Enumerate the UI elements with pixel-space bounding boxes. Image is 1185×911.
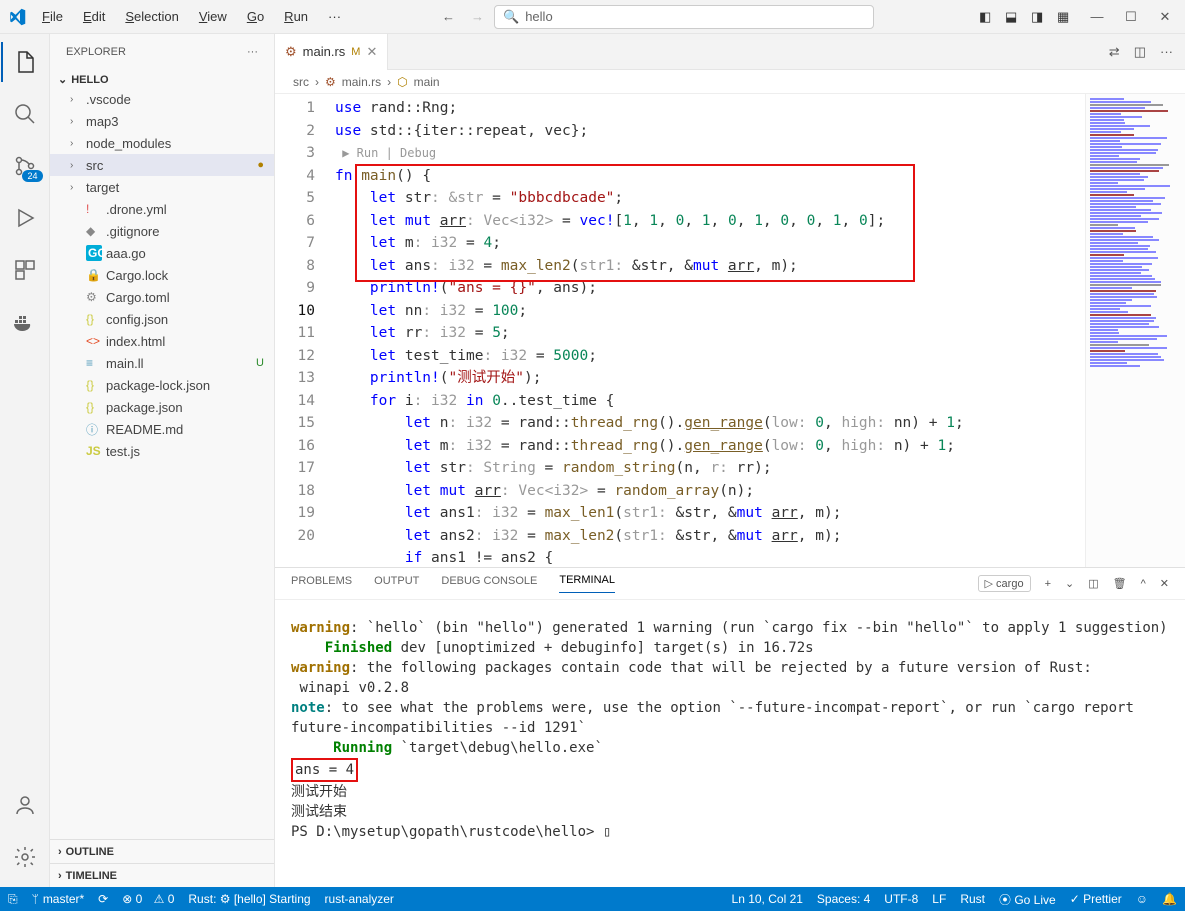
- status-remote-icon[interactable]: ⎘: [8, 892, 18, 907]
- vscode-logo-icon: [0, 8, 34, 26]
- file-Cargo.toml[interactable]: ⚙Cargo.toml: [50, 286, 274, 308]
- outline-section-header[interactable]: ›OUTLINE: [50, 839, 274, 863]
- compare-changes-icon[interactable]: ⇄: [1109, 44, 1120, 60]
- activity-search-icon[interactable]: [1, 94, 49, 134]
- panel-tabs: PROBLEMS OUTPUT DEBUG CONSOLE TERMINAL ▷ car…: [275, 568, 1185, 600]
- panel-tab-debug-console[interactable]: DEBUG CONSOLE: [441, 575, 537, 593]
- explorer-title: EXPLORER: [66, 46, 126, 58]
- terminal-task-label[interactable]: ▷ cargo: [978, 575, 1031, 592]
- minimap[interactable]: [1085, 94, 1185, 567]
- timeline-section-header[interactable]: ›TIMELINE: [50, 863, 274, 887]
- activity-scm-icon[interactable]: 24: [1, 146, 49, 186]
- panel-tab-problems[interactable]: PROBLEMS: [291, 575, 352, 593]
- panel-tab-output[interactable]: OUTPUT: [374, 575, 419, 593]
- menu-edit[interactable]: Edit: [75, 5, 113, 28]
- file-aaa.go[interactable]: GOaaa.go: [50, 242, 274, 264]
- terminal-kill-icon[interactable]: 🗑: [1113, 577, 1127, 590]
- status-prettier[interactable]: ✓ Prettier: [1070, 892, 1122, 906]
- layout-panel-icon[interactable]: ⬓: [1005, 9, 1029, 25]
- file-package.json[interactable]: {}package.json: [50, 396, 274, 418]
- menu-bar: FileEditSelectionViewGoRun···: [34, 5, 349, 28]
- activity-explorer-icon[interactable]: [1, 42, 49, 82]
- tab-close-icon[interactable]: ✕: [366, 44, 377, 60]
- title-bar: FileEditSelectionViewGoRun··· ← → 🔍 hell…: [0, 0, 1185, 34]
- project-section-header[interactable]: ⌄HELLO: [50, 71, 274, 88]
- terminal-close-icon[interactable]: ✕: [1160, 577, 1169, 590]
- status-cursor-pos[interactable]: Ln 10, Col 21: [732, 892, 803, 906]
- activity-settings-icon[interactable]: [1, 837, 49, 877]
- window-maximize-icon[interactable]: ☐: [1115, 2, 1147, 32]
- terminal-maximize-icon[interactable]: ^: [1141, 578, 1146, 590]
- activity-bar: 24: [0, 34, 50, 887]
- file-Cargo.lock[interactable]: 🔒Cargo.lock: [50, 264, 274, 286]
- status-bar: ⎘ ᛘ master* ⟳ ⊗ 0 ⚠ 0 Rust: ⚙ [hello] St…: [0, 887, 1185, 911]
- layout-sidebar-left-icon[interactable]: ◧: [979, 9, 1003, 25]
- terminal-output[interactable]: warning: `hello` (bin "hello") generated…: [275, 600, 1185, 887]
- editor-more-icon[interactable]: ···: [1160, 44, 1173, 60]
- terminal-dropdown-icon[interactable]: ⌄: [1065, 577, 1074, 590]
- menu-file[interactable]: File: [34, 5, 71, 28]
- file-.drone.yml[interactable]: !.drone.yml: [50, 198, 274, 220]
- editor-area: ⚙ main.rs M ✕ ⇄ ◫ ··· src › ⚙main.rs › ⬡…: [275, 34, 1185, 887]
- tab-main-rs[interactable]: ⚙ main.rs M ✕: [275, 34, 388, 70]
- terminal-split-icon[interactable]: ◫: [1088, 577, 1098, 590]
- menu-go[interactable]: Go: [239, 5, 272, 28]
- file-package-lock.json[interactable]: {}package-lock.json: [50, 374, 274, 396]
- file-.gitignore[interactable]: ◆.gitignore: [50, 220, 274, 242]
- status-sync-icon[interactable]: ⟳: [98, 892, 108, 906]
- bottom-panel: PROBLEMS OUTPUT DEBUG CONSOLE TERMINAL ▷ car…: [275, 567, 1185, 887]
- file-main.ll[interactable]: ≡main.llU: [50, 352, 274, 374]
- folder-target[interactable]: ›target: [50, 176, 274, 198]
- status-branch[interactable]: ᛘ master*: [32, 892, 85, 906]
- status-feedback-icon[interactable]: ☺: [1136, 892, 1148, 906]
- file-test.js[interactable]: JStest.js: [50, 440, 274, 462]
- tab-filename: main.rs: [303, 44, 346, 59]
- folder-src[interactable]: ›src●: [50, 154, 274, 176]
- nav-forward-icon[interactable]: →: [471, 9, 484, 24]
- activity-extensions-icon[interactable]: [1, 250, 49, 290]
- file-config.json[interactable]: {}config.json: [50, 308, 274, 330]
- status-analyzer[interactable]: rust-analyzer: [325, 892, 394, 906]
- folder-node_modules[interactable]: ›node_modules: [50, 132, 274, 154]
- status-bell-icon[interactable]: 🔔: [1162, 892, 1177, 906]
- terminal-new-icon[interactable]: +: [1045, 578, 1051, 590]
- file-README.md[interactable]: ⓘREADME.md: [50, 418, 274, 440]
- window-close-icon[interactable]: ✕: [1149, 2, 1181, 32]
- window-minimize-icon[interactable]: —: [1081, 2, 1113, 32]
- split-editor-icon[interactable]: ◫: [1134, 44, 1146, 60]
- status-language[interactable]: Rust: [960, 892, 985, 906]
- status-encoding[interactable]: UTF-8: [884, 892, 918, 906]
- file-index.html[interactable]: <>index.html: [50, 330, 274, 352]
- explorer-sidebar: EXPLORER ··· ⌄HELLO ›.vscode›map3›node_m…: [50, 34, 275, 887]
- status-eol[interactable]: LF: [932, 892, 946, 906]
- layout-customize-icon[interactable]: ▦: [1057, 9, 1081, 25]
- tab-modified-badge: M: [351, 46, 360, 58]
- folder-.vscode[interactable]: ›.vscode: [50, 88, 274, 110]
- menu-selection[interactable]: Selection: [117, 5, 186, 28]
- folder-map3[interactable]: ›map3: [50, 110, 274, 132]
- rust-file-icon: ⚙: [285, 44, 297, 60]
- activity-docker-icon[interactable]: [1, 302, 49, 342]
- status-rust[interactable]: Rust: ⚙ [hello] Starting: [188, 892, 310, 906]
- nav-back-icon[interactable]: ←: [442, 9, 455, 24]
- scm-badge: 24: [22, 170, 42, 182]
- panel-tab-terminal[interactable]: TERMINAL: [559, 574, 615, 593]
- code-editor[interactable]: 1234567891011121314151617181920 use rand…: [275, 94, 1185, 567]
- breadcrumb[interactable]: src › ⚙main.rs › ⬡main: [275, 70, 1185, 94]
- search-text: hello: [525, 9, 552, 24]
- command-center-search[interactable]: 🔍 hello: [494, 5, 874, 29]
- menu-run[interactable]: Run: [276, 5, 316, 28]
- explorer-more-icon[interactable]: ···: [247, 46, 258, 58]
- status-problems[interactable]: ⊗ 0 ⚠ 0: [122, 892, 174, 906]
- search-icon: 🔍: [503, 9, 519, 25]
- menu-view[interactable]: View: [191, 5, 235, 28]
- status-spaces[interactable]: Spaces: 4: [817, 892, 870, 906]
- editor-tabs: ⚙ main.rs M ✕ ⇄ ◫ ···: [275, 34, 1185, 70]
- activity-debug-icon[interactable]: [1, 198, 49, 238]
- activity-account-icon[interactable]: [1, 785, 49, 825]
- status-golive[interactable]: ⦿ Go Live: [999, 891, 1056, 908]
- layout-sidebar-right-icon[interactable]: ◨: [1031, 9, 1055, 25]
- menu-···[interactable]: ···: [320, 5, 349, 28]
